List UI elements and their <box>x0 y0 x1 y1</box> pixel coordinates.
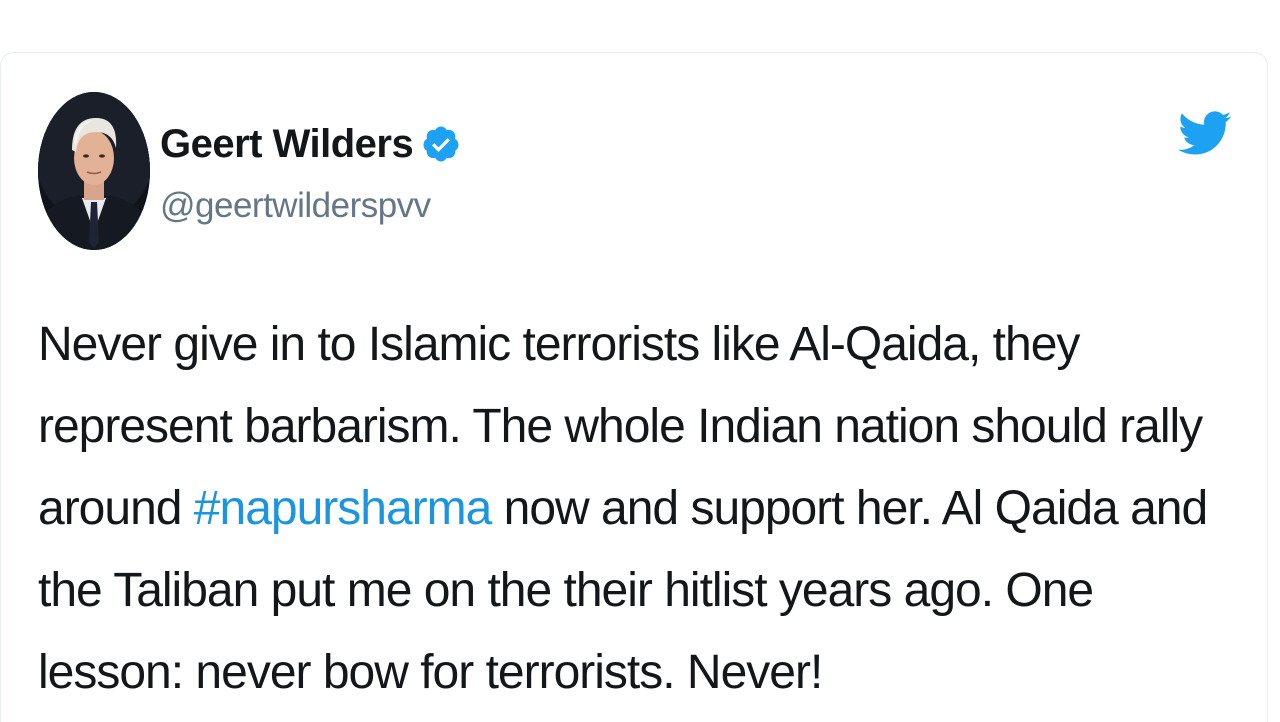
tweet-author: Geert Wilders @geertwilderspvv <box>160 116 461 228</box>
author-name-row: Geert Wilders <box>160 116 461 172</box>
author-handle[interactable]: @geertwilderspvv <box>160 184 461 228</box>
avatar-photo <box>38 92 150 250</box>
twitter-bird-icon[interactable] <box>1176 100 1232 166</box>
tweet-text: Never give in to Islamic terrorists like… <box>38 304 1248 714</box>
avatar[interactable] <box>38 92 150 250</box>
author-display-name[interactable]: Geert Wilders <box>160 116 414 172</box>
tweet-screenshot: Geert Wilders @geertwilderspvv Never giv… <box>0 0 1280 722</box>
verified-badge-icon <box>421 124 461 164</box>
hashtag-link[interactable]: #napursharma <box>194 482 493 535</box>
